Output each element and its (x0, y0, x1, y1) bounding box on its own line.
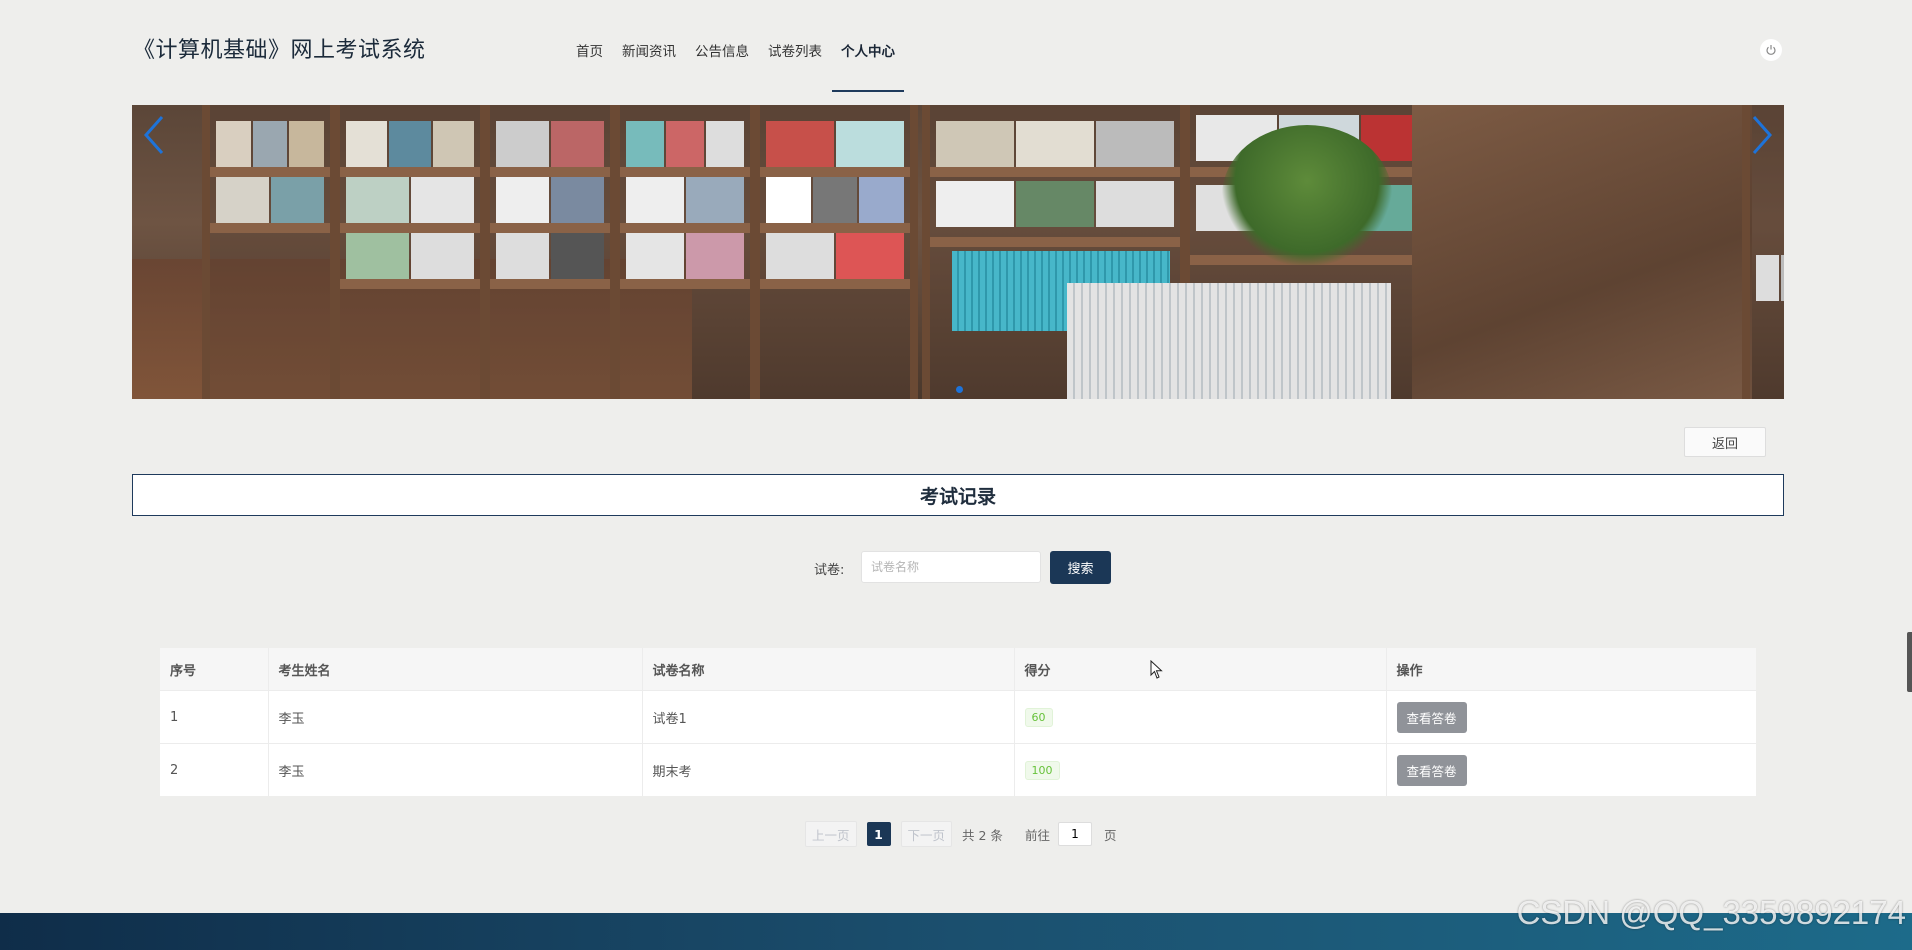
side-scroll-handle[interactable] (1907, 632, 1912, 692)
search-label: 试卷: (814, 563, 845, 578)
nav-home[interactable]: 首页 (576, 40, 603, 92)
banner-next-button[interactable] (1744, 115, 1780, 155)
score-badge: 100 (1024, 760, 1060, 780)
watermark-text: CSDN @QQ_3359892174 (1516, 894, 1906, 931)
col-header-student: 考生姓名 (268, 648, 643, 691)
banner-prev-button[interactable] (136, 115, 172, 155)
cell-action: 查看答卷 (1386, 743, 1756, 796)
next-page-button[interactable]: 下一页 (900, 821, 953, 847)
cell-index: 2 (160, 743, 269, 796)
search-input[interactable] (861, 551, 1041, 583)
page-jump-input[interactable] (1057, 822, 1092, 846)
cell-action: 查看答卷 (1386, 690, 1756, 744)
nav-notices[interactable]: 公告信息 (695, 40, 749, 92)
cell-student: 李玉 (268, 690, 643, 744)
cell-paper: 试卷1 (642, 690, 1015, 744)
view-answers-button[interactable]: 查看答卷 (1396, 701, 1467, 733)
search-button[interactable]: 搜索 (1050, 551, 1111, 584)
banner-image (132, 105, 1784, 399)
site-header: 《计算机基础》网上考试系统 首页 新闻资讯 公告信息 试卷列表 个人中心 (0, 0, 1912, 92)
col-header-index: 序号 (160, 648, 269, 691)
total-count: 共 2 条 (962, 827, 1003, 843)
cell-score: 60 (1014, 690, 1387, 744)
table-header-row: 序号 考生姓名 试卷名称 得分 操作 (160, 648, 1756, 691)
cell-student: 李玉 (268, 743, 643, 796)
back-button[interactable]: 返回 (1684, 427, 1766, 457)
exam-records-table: 序号 考生姓名 试卷名称 得分 操作 1 李玉 试卷1 60 查看答卷 2 李玉… (160, 648, 1756, 796)
main-nav: 首页 新闻资讯 公告信息 试卷列表 个人中心 (576, 40, 923, 92)
cell-paper: 期末考 (642, 743, 1015, 796)
goto-label: 前往 (1024, 827, 1050, 843)
table-row: 2 李玉 期末考 100 查看答卷 (160, 743, 1756, 796)
power-icon (1766, 45, 1776, 55)
chevron-right-icon (1752, 116, 1773, 154)
section-title: 考试记录 (132, 474, 1784, 516)
carousel-dot[interactable] (956, 386, 963, 393)
score-badge: 60 (1024, 707, 1053, 727)
nav-news[interactable]: 新闻资讯 (622, 40, 676, 92)
cell-score: 100 (1014, 743, 1387, 796)
chevron-left-icon (143, 116, 164, 154)
col-header-action: 操作 (1386, 648, 1756, 691)
nav-papers[interactable]: 试卷列表 (768, 40, 822, 92)
mouse-cursor-icon (1150, 660, 1163, 679)
col-header-paper: 试卷名称 (642, 648, 1015, 691)
prev-page-button[interactable]: 上一页 (805, 821, 857, 847)
banner-carousel (132, 105, 1784, 399)
nav-personal-center[interactable]: 个人中心 (832, 40, 904, 92)
view-answers-button[interactable]: 查看答卷 (1396, 754, 1467, 786)
site-title: 《计算机基础》网上考试系统 (133, 38, 426, 63)
cell-index: 1 (160, 690, 269, 744)
page-unit-label: 页 (1103, 827, 1117, 843)
table-row: 1 李玉 试卷1 60 查看答卷 (160, 690, 1756, 744)
page-number-current[interactable]: 1 (866, 822, 891, 846)
col-header-score: 得分 (1014, 648, 1387, 691)
pagination: 上一页 1 下一页 共 2 条 前往 页 (805, 821, 1116, 847)
power-button[interactable] (1760, 39, 1782, 61)
